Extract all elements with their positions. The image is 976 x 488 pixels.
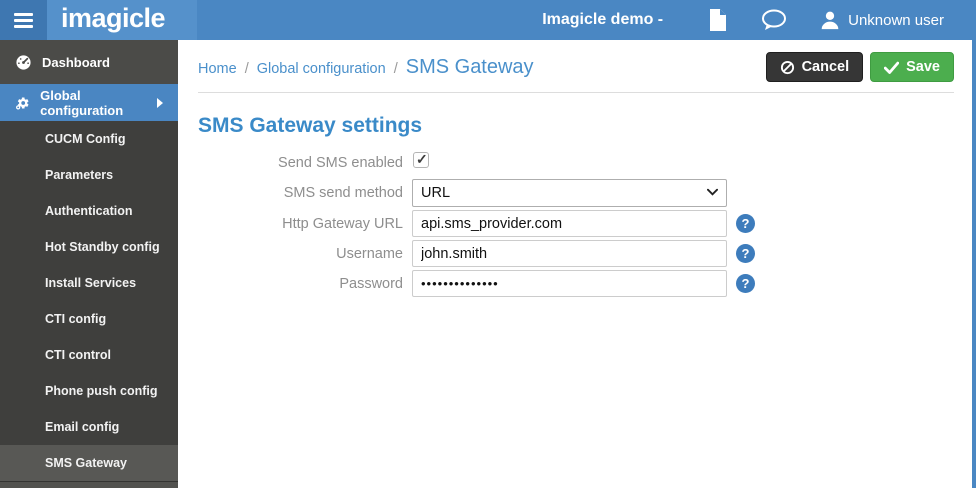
sidebar-item-global-configuration[interactable]: Global configuration	[0, 84, 178, 121]
sidebar-item-parameters[interactable]: Parameters	[0, 157, 178, 193]
username-label: Username	[198, 246, 403, 262]
sms-send-method-cell: URL	[412, 179, 727, 207]
user-icon	[820, 10, 840, 30]
sms-send-method-label: SMS send method	[198, 185, 403, 201]
document-icon-svg	[708, 8, 728, 32]
sidebar-item-phone-push-config[interactable]: Phone push config	[0, 373, 178, 409]
breadcrumb-separator: /	[245, 61, 249, 77]
sidebar-item-sms-gateway[interactable]: SMS Gateway	[0, 445, 178, 481]
logo-text: imagicle	[61, 5, 165, 36]
breadcrumb-separator: /	[394, 61, 398, 77]
sidebar-item-label: Phone push config	[45, 384, 158, 398]
hamburger-icon	[14, 13, 33, 16]
sidebar-item-hot-standby-config[interactable]: Hot Standby config	[0, 229, 178, 265]
document-icon[interactable]	[708, 8, 728, 32]
help-icon[interactable]: ?	[736, 244, 755, 263]
sidebar-item-label: CUCM Config	[45, 132, 126, 146]
environment-title: Imagicle demo -	[542, 11, 663, 29]
sms-send-method-select[interactable]: URL	[412, 179, 727, 207]
header-divider	[198, 92, 954, 93]
sidebar: Dashboard Global configuration CUCM Conf…	[0, 40, 178, 488]
topbar: imagicle Imagicle demo - Unknown user	[0, 0, 976, 40]
breadcrumb-global-configuration[interactable]: Global configuration	[257, 61, 386, 77]
main-header: Home / Global configuration / SMS Gatewa…	[198, 40, 954, 86]
sidebar-item-cucm-config[interactable]: CUCM Config	[0, 121, 178, 157]
sidebar-item-label: Install Services	[45, 276, 136, 290]
hamburger-icon	[14, 25, 33, 28]
http-gateway-url-label: Http Gateway URL	[198, 216, 403, 232]
sidebar-item-label: Global configuration	[40, 88, 147, 118]
breadcrumb-current-sms-gateway: SMS Gateway	[406, 56, 534, 79]
send-sms-enabled-label: Send SMS enabled	[198, 155, 403, 171]
sidebar-item-label: Dashboard	[42, 55, 110, 70]
sidebar-item-dashboard[interactable]: Dashboard	[0, 40, 178, 84]
sidebar-item-cti-control[interactable]: CTI control	[0, 337, 178, 373]
user-menu[interactable]: Unknown user	[820, 10, 944, 30]
send-sms-enabled-checkbox[interactable]	[413, 152, 429, 168]
sidebar-item-label: Email config	[45, 420, 119, 434]
header-buttons: Cancel Save	[766, 52, 954, 82]
help-icon[interactable]: ?	[736, 214, 755, 233]
http-gateway-url-input[interactable]	[412, 210, 727, 237]
cancel-icon	[780, 60, 795, 75]
imagicle-logo[interactable]: imagicle	[47, 0, 197, 40]
hamburger-icon	[14, 19, 33, 22]
help-icon[interactable]: ?	[736, 274, 755, 293]
sms-gateway-form: Send SMS enabled SMS send method URL Htt…	[198, 149, 954, 297]
sidebar-item-authentication[interactable]: Authentication	[0, 193, 178, 229]
sidebar-item-label: SMS Gateway	[45, 456, 127, 470]
sidebar-item-install-services[interactable]: Install Services	[0, 265, 178, 301]
sidebar-item-label: Hot Standby config	[45, 240, 160, 254]
sidebar-item-cti-config[interactable]: CTI config	[0, 301, 178, 337]
cancel-button[interactable]: Cancel	[766, 52, 864, 82]
password-label: Password	[198, 276, 403, 292]
chat-icon-svg	[761, 9, 787, 31]
breadcrumb-home[interactable]: Home	[198, 61, 237, 77]
sidebar-next-item-edge	[0, 481, 178, 488]
sidebar-item-label: Authentication	[45, 204, 133, 218]
topbar-right: Imagicle demo - Unknown user	[197, 0, 976, 40]
save-button[interactable]: Save	[870, 52, 954, 82]
send-sms-enabled-cell	[412, 149, 727, 171]
sidebar-item-label: Parameters	[45, 168, 113, 182]
page-title: SMS Gateway settings	[198, 114, 954, 138]
save-button-label: Save	[906, 59, 940, 75]
save-check-icon	[884, 61, 899, 74]
dashboard-icon	[15, 54, 32, 71]
sidebar-item-label: CTI config	[45, 312, 106, 326]
breadcrumb: Home / Global configuration / SMS Gatewa…	[198, 56, 534, 79]
cancel-button-label: Cancel	[802, 59, 850, 75]
username-input[interactable]	[412, 240, 727, 267]
main-content: Home / Global configuration / SMS Gatewa…	[178, 40, 976, 297]
password-input[interactable]	[412, 270, 727, 297]
chat-icon[interactable]	[761, 9, 787, 31]
menu-toggle-button[interactable]	[0, 0, 47, 40]
sidebar-item-label: CTI control	[45, 348, 111, 362]
sidebar-item-email-config[interactable]: Email config	[0, 409, 178, 445]
chevron-right-icon	[157, 98, 163, 108]
scrollbar[interactable]	[972, 0, 976, 488]
gears-icon	[15, 94, 30, 112]
username-label: Unknown user	[848, 12, 944, 29]
